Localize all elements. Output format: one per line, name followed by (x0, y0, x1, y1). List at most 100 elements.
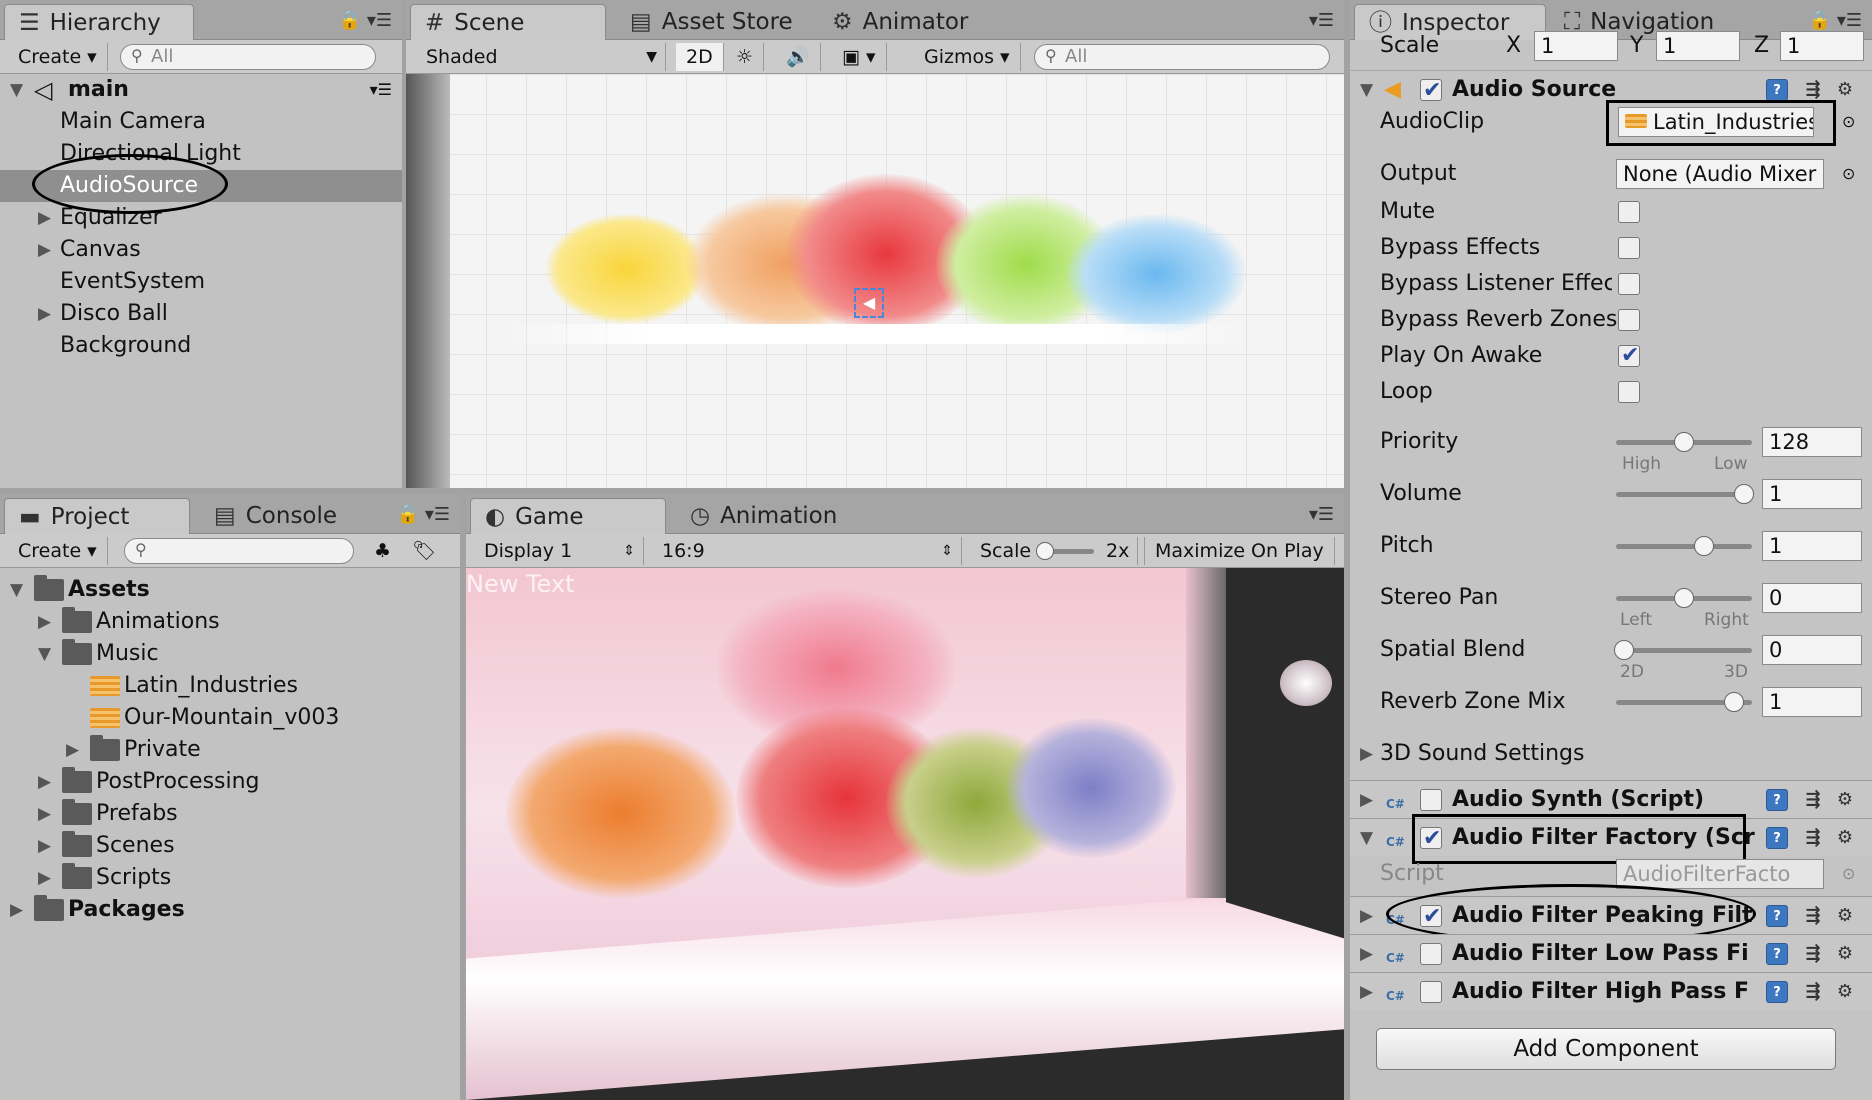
scene-menu-icon[interactable]: ▾☰ (370, 74, 392, 106)
expand-arrow-icon[interactable]: ▶ (66, 734, 79, 766)
project-folder[interactable]: ▶ Animations (0, 606, 460, 638)
tab-console[interactable]: ▤ Console (200, 498, 351, 534)
pitch-slider-knob[interactable] (1694, 536, 1714, 556)
component-header[interactable]: ▶ C# Audio Filter Low Pass Fi ? ⇶ ⚙ (1350, 934, 1872, 972)
play-on-awake-checkbox[interactable] (1618, 338, 1640, 374)
lock-icon[interactable]: 🔒 ▾☰ (339, 10, 392, 31)
preset-settings-icon[interactable]: ⇶ (1802, 827, 1824, 849)
hierarchy-item[interactable]: Directional Light (0, 138, 402, 170)
project-audio-asset[interactable]: Latin_Industries (0, 670, 460, 702)
gear-icon[interactable]: ⚙ (1834, 789, 1856, 811)
help-book-icon[interactable]: ? (1766, 943, 1788, 965)
component-header[interactable]: ▼ C# Audio Filter Factory (Scr ? ⇶ ⚙ (1350, 818, 1872, 858)
object-picker-icon[interactable]: ⊙ (1842, 104, 1855, 140)
aspect-dropdown[interactable]: 16:9 ⇕ (652, 537, 962, 565)
filter-by-type-icon[interactable]: ♣ (364, 537, 401, 565)
hierarchy-item[interactable]: EventSystem (0, 266, 402, 298)
mute-checkbox[interactable] (1618, 201, 1640, 223)
scale-z-field[interactable]: 1 (1780, 31, 1864, 61)
component-header[interactable]: ▶ C# Audio Filter High Pass F ? ⇶ ⚙ (1350, 972, 1872, 1010)
help-book-icon[interactable]: ? (1766, 905, 1788, 927)
bypass-effects-checkbox[interactable] (1618, 237, 1640, 259)
project-audio-asset[interactable]: Our-Mountain_v003 (0, 702, 460, 734)
loop-checkbox[interactable] (1618, 381, 1640, 403)
project-folder[interactable]: ▶ Scenes (0, 830, 460, 862)
help-book-icon[interactable]: ? (1766, 981, 1788, 1003)
component-enabled-checkbox[interactable] (1420, 820, 1442, 858)
project-folder[interactable]: ▶ Scripts (0, 862, 460, 894)
scale-control[interactable]: Scale 2x (970, 537, 1138, 565)
project-folder[interactable]: ▼ Assets (0, 574, 460, 606)
preset-settings-icon[interactable]: ⇶ (1802, 789, 1824, 811)
scale-y-field[interactable]: 1 (1656, 31, 1740, 61)
output-field[interactable]: None (Audio Mixer (1616, 159, 1824, 189)
gizmos-dropdown[interactable]: Gizmos ▾ (914, 43, 1021, 71)
component-enabled-checkbox[interactable] (1420, 898, 1442, 936)
pitch-slider[interactable] (1616, 544, 1752, 549)
tab-animation[interactable]: ◷ Animation (676, 498, 851, 534)
filter-by-label-icon[interactable]: 🏷 (402, 537, 446, 565)
expand-arrow-icon[interactable]: ▼ (10, 74, 23, 106)
tab-hierarchy[interactable]: ☰ Hierarchy (4, 4, 194, 40)
panel-menu-icon[interactable]: ▾☰ (1309, 504, 1334, 525)
priority-field[interactable]: 128 (1762, 427, 1862, 457)
component-enabled-checkbox[interactable] (1420, 943, 1442, 965)
audioclip-field[interactable]: Latin_Industries (1618, 107, 1814, 137)
scale-slider-knob[interactable] (1036, 542, 1054, 560)
3d-sound-settings-foldout[interactable]: ▶ 3D Sound Settings (1350, 736, 1872, 772)
component-enabled-checkbox[interactable] (1420, 789, 1442, 811)
preset-settings-icon[interactable]: ⇶ (1802, 79, 1824, 101)
hierarchy-item-selected[interactable]: AudioSource (0, 170, 402, 202)
shading-dropdown[interactable]: Shaded ▼ (416, 43, 666, 71)
collapse-arrow-icon[interactable]: ▼ (1360, 819, 1373, 857)
gear-icon[interactable]: ⚙ (1834, 943, 1856, 965)
audio-toggle-icon[interactable]: 🔊 (776, 43, 821, 71)
spatial-blend-slider-knob[interactable] (1614, 640, 1634, 660)
gear-icon[interactable]: ⚙ (1834, 905, 1856, 927)
expand-arrow-icon[interactable]: ▶ (38, 234, 51, 266)
object-picker-icon[interactable]: ⊙ (1842, 156, 1855, 192)
add-component-button[interactable]: Add Component (1376, 1028, 1836, 1070)
component-header[interactable]: ▶ C# Audio Filter Peaking Filt ? ⇶ ⚙ (1350, 896, 1872, 936)
tab-project[interactable]: ▬ Project (4, 498, 190, 534)
expand-arrow-icon[interactable]: ▶ (38, 202, 51, 234)
reverb-zone-mix-field[interactable]: 1 (1762, 687, 1862, 717)
expand-arrow-icon[interactable]: ▶ (38, 830, 51, 862)
hierarchy-item[interactable]: Background (0, 330, 402, 362)
audio-source-enabled-checkbox[interactable] (1420, 72, 1442, 110)
2d-toggle[interactable]: 2D (676, 43, 724, 71)
tab-animator[interactable]: ⚙ Animator (818, 4, 982, 40)
expand-arrow-icon[interactable]: ▶ (1360, 897, 1373, 935)
expand-arrow-icon[interactable]: ▶ (38, 798, 51, 830)
project-search-input[interactable]: ⚲ (124, 538, 354, 564)
bypass-listener-effects-checkbox[interactable] (1618, 273, 1640, 295)
help-book-icon[interactable]: ? (1766, 827, 1788, 849)
volume-slider[interactable] (1616, 492, 1752, 497)
expand-arrow-icon[interactable]: ▼ (38, 638, 51, 670)
project-folder[interactable]: ▶ Private (0, 734, 460, 766)
project-folder[interactable]: ▶ Prefabs (0, 798, 460, 830)
project-folder[interactable]: ▶ Packages (0, 894, 460, 926)
volume-slider-knob[interactable] (1734, 484, 1754, 504)
game-viewport[interactable]: New Text (466, 568, 1344, 1100)
component-header[interactable]: ▶ C# Audio Synth (Script) ? ⇶ ⚙ (1350, 780, 1872, 818)
preset-settings-icon[interactable]: ⇶ (1802, 943, 1824, 965)
component-enabled-checkbox[interactable] (1420, 981, 1442, 1003)
create-button[interactable]: Create ▾ (8, 537, 108, 565)
scene-viewport[interactable]: ◀ (406, 74, 1344, 488)
effects-toggle-icon[interactable]: ▣ ▾ (832, 43, 887, 71)
expand-arrow-icon[interactable]: ▶ (1360, 973, 1373, 1011)
expand-arrow-icon[interactable]: ▶ (38, 766, 51, 798)
gear-icon[interactable]: ⚙ (1834, 79, 1856, 101)
pitch-field[interactable]: 1 (1762, 531, 1862, 561)
expand-arrow-icon[interactable]: ▶ (1360, 781, 1373, 819)
preset-settings-icon[interactable]: ⇶ (1802, 905, 1824, 927)
audio-source-header[interactable]: ▼ ◀ Audio Source ? ⇶ ⚙ (1350, 70, 1872, 110)
panel-menu-icon[interactable]: ▾☰ (1309, 10, 1334, 31)
expand-arrow-icon[interactable]: ▶ (38, 606, 51, 638)
hierarchy-search-input[interactable]: ⚲ All (120, 44, 376, 70)
scene-search-input[interactable]: ⚲ All (1034, 44, 1330, 70)
tab-scene[interactable]: # Scene (410, 4, 606, 40)
reverb-zone-mix-slider-knob[interactable] (1724, 692, 1744, 712)
maximize-on-play-toggle[interactable]: Maximize On Play (1144, 537, 1335, 565)
